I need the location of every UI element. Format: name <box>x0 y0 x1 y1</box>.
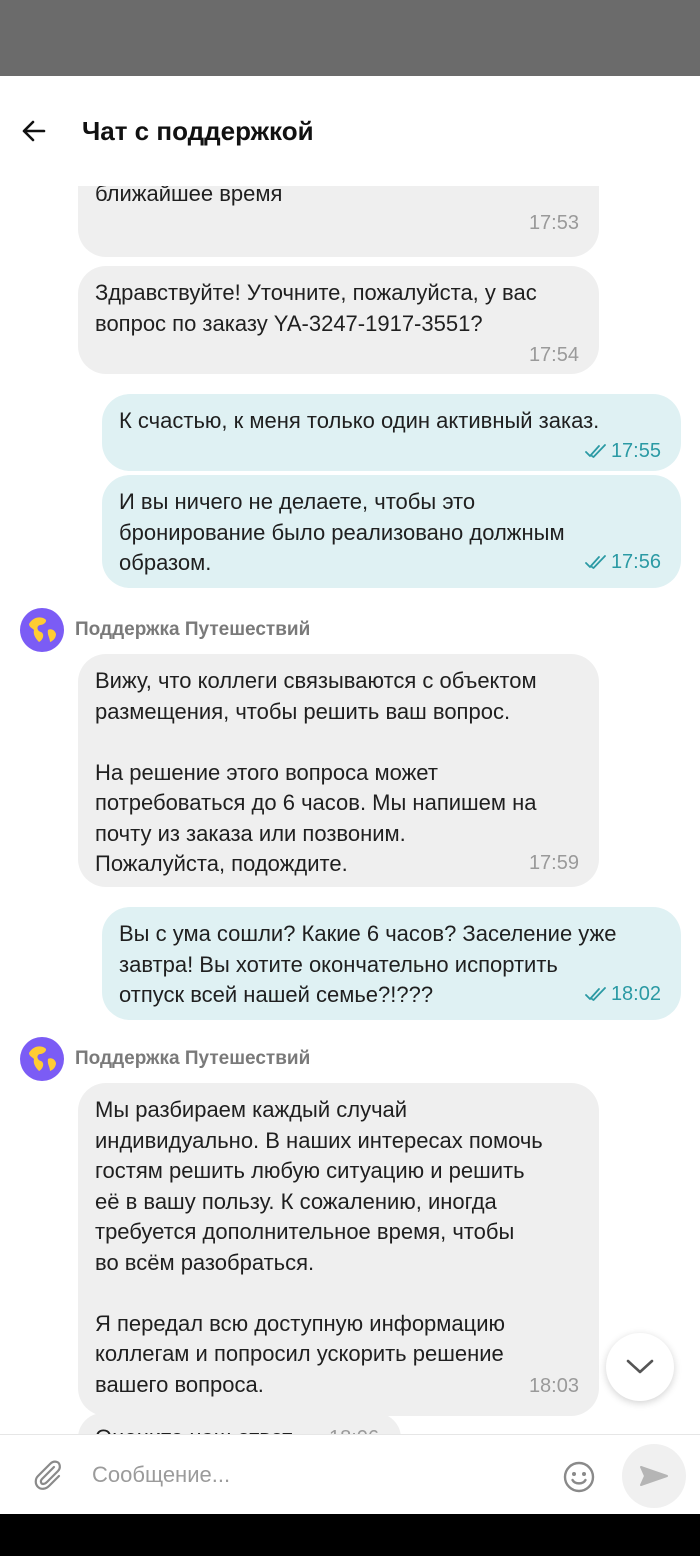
rate-answer-bubble[interactable]: Оцените наш ответ 18:06 <box>78 1413 401 1434</box>
sender-row: Поддержка Путешествий <box>20 1037 310 1081</box>
chat-header: Чат с поддержкой <box>0 76 700 186</box>
globe-icon <box>29 1046 56 1071</box>
message-bubble-incoming: Мы разбираем каждый случай индивидуально… <box>78 1083 599 1416</box>
message-text: Здравствуйте! Уточните, пожалуйста, у ва… <box>95 280 537 336</box>
sender-name: Поддержка Путешествий <box>75 1048 311 1069</box>
message-bubble-incoming: Уже позвал оператора. Он подключится в б… <box>78 186 599 257</box>
message-composer <box>0 1434 700 1514</box>
message-time: 17:56 <box>610 551 661 573</box>
message-time: 18:06 <box>329 1425 379 1434</box>
message-text: К счастью, к меня только один активный з… <box>119 408 600 433</box>
support-avatar <box>20 608 64 652</box>
attach-button[interactable] <box>30 1457 66 1493</box>
sender-name: Поддержка Путешествий <box>75 619 311 640</box>
double-check-icon <box>585 555 606 570</box>
page-title: Чат с поддержкой <box>82 116 314 146</box>
paperclip-icon <box>34 1460 61 1490</box>
message-text: Вижу, что коллеги связываются с объектом… <box>95 668 537 876</box>
sender-row: Поддержка Путешествий <box>20 608 310 652</box>
message-bubble-incoming: Здравствуйте! Уточните, пожалуйста, у ва… <box>78 266 599 374</box>
message-status: 17:56 <box>585 547 661 578</box>
support-avatar <box>20 1037 64 1081</box>
message-text: Мы разбираем каждый случай индивидуально… <box>95 1097 543 1397</box>
message-list[interactable]: Уже позвал оператора. Он подключится в б… <box>0 186 700 1434</box>
chevron-down-icon <box>626 1359 654 1374</box>
status-bar <box>0 0 700 76</box>
message-time: 17:59 <box>528 852 579 874</box>
send-button[interactable] <box>622 1444 686 1508</box>
back-button[interactable] <box>14 113 54 149</box>
message-time: 17:53 <box>528 212 579 234</box>
double-check-icon <box>585 987 606 1002</box>
message-bubble-outgoing: И вы ничего не делаете, чтобы это бронир… <box>102 475 681 588</box>
message-text: И вы ничего не делаете, чтобы это бронир… <box>119 489 565 575</box>
system-navigation-bar <box>0 1514 700 1556</box>
double-check-icon <box>585 444 606 459</box>
message-time: 17:55 <box>610 440 661 462</box>
message-bubble-outgoing: Вы с ума сошли? Какие 6 часов? Заселение… <box>102 907 681 1020</box>
rate-answer-label: Оцените наш ответ <box>95 1423 292 1434</box>
arrow-left-icon <box>22 120 46 142</box>
globe-icon <box>29 617 56 642</box>
message-input[interactable] <box>82 1453 542 1497</box>
message-status: 17:55 <box>585 436 661 467</box>
message-time: 18:02 <box>610 983 661 1005</box>
emoji-button[interactable] <box>562 1460 596 1494</box>
scroll-down-button[interactable] <box>606 1333 674 1401</box>
message-bubble-outgoing: К счастью, к меня только один активный з… <box>102 394 681 471</box>
message-bubble-incoming: Вижу, что коллеги связываются с объектом… <box>78 654 599 887</box>
message-time: 18:03 <box>528 1375 579 1397</box>
message-text: Уже позвал оператора. Он подключится в б… <box>95 186 283 206</box>
message-status: 18:02 <box>585 979 661 1010</box>
message-time: 17:54 <box>528 344 579 366</box>
message-text: Вы с ума сошли? Какие 6 часов? Заселение… <box>119 921 617 1007</box>
send-arrow-icon <box>640 1466 668 1486</box>
smiley-icon <box>563 1461 595 1493</box>
